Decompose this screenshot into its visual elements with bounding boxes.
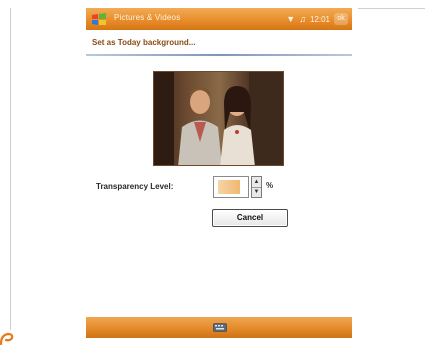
ok-button[interactable]: ok — [334, 13, 348, 25]
page: Pictures & Videos ▼ ♫ 12:01 ok Set as To… — [0, 0, 425, 345]
clock[interactable]: 12:01 — [310, 15, 330, 24]
transparency-label: Transparency Level: — [96, 182, 174, 191]
document-frame-left — [10, 8, 11, 330]
dialog-subtitle: Set as Today background... — [92, 38, 196, 47]
window-title: Pictures & Videos — [114, 13, 181, 22]
menu-bar — [86, 317, 352, 338]
cancel-button[interactable]: Cancel — [212, 209, 288, 227]
document-frame-top — [358, 8, 425, 9]
status-area: ▼ ♫ 12:01 ok — [286, 12, 348, 26]
title-bar: Pictures & Videos ▼ ♫ 12:01 ok — [86, 8, 352, 30]
windows-start-icon[interactable] — [90, 12, 108, 26]
percent-sign: % — [266, 181, 274, 190]
volume-icon[interactable]: ♫ — [299, 12, 306, 26]
signal-icon[interactable]: ▼ — [286, 12, 295, 26]
transparency-input[interactable] — [213, 176, 249, 198]
header-divider — [86, 54, 352, 56]
keyboard-icon[interactable] — [213, 322, 227, 333]
transparency-row: Transparency Level: ▲ ▼ % — [86, 176, 352, 200]
pocketpc-screen: Pictures & Videos ▼ ♫ 12:01 ok Set as To… — [86, 8, 352, 338]
background-preview-image — [153, 71, 284, 166]
transparency-value-highlight — [218, 180, 240, 194]
spin-down-icon[interactable]: ▼ — [252, 187, 261, 197]
swirl-logo-icon — [0, 332, 14, 345]
transparency-spinner[interactable]: ▲ ▼ — [251, 176, 262, 198]
